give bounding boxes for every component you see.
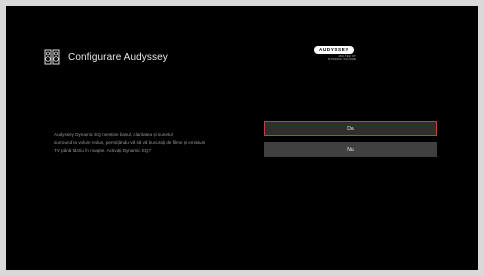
logo-line-2: DYNAMIC VOLUME bbox=[328, 58, 356, 62]
yes-button[interactable]: Da bbox=[264, 121, 437, 136]
question-line-3: TV până târziu în noapte. Activați Dynam… bbox=[54, 148, 152, 153]
question-line-1: Audyssey Dynamic EQ menține basul, clari… bbox=[54, 132, 173, 137]
page-title: Configurare Audyssey bbox=[68, 51, 168, 63]
audyssey-logo: AUDYSSEY MULTEQ XT DYNAMIC VOLUME bbox=[309, 46, 359, 61]
question-line-2: surround la volum redus, permițându-vă s… bbox=[54, 140, 206, 145]
speaker-pair-icon bbox=[44, 49, 60, 65]
logo-brand: AUDYSSEY bbox=[313, 46, 355, 54]
tv-screen: Configurare Audyssey AUDYSSEY MULTEQ XT … bbox=[6, 6, 478, 270]
question-text: Audyssey Dynamic EQ menține basul, clari… bbox=[54, 131, 266, 155]
header: Configurare Audyssey bbox=[44, 48, 168, 66]
no-button[interactable]: Nu bbox=[264, 142, 437, 157]
